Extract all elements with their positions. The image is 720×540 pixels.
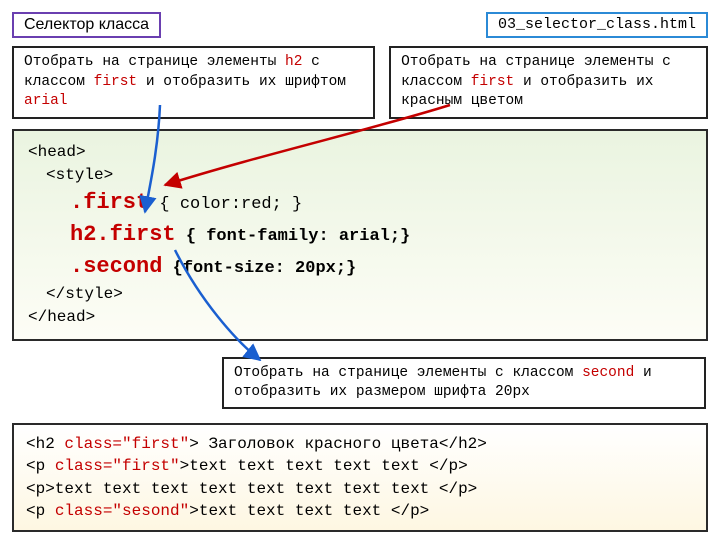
text: >text text text text text </p> xyxy=(180,457,468,475)
text-second: second xyxy=(582,365,634,381)
rule: {font-size: 20px;} xyxy=(162,259,356,278)
attr: class="sesond" xyxy=(55,502,189,520)
callouts-row: Отобрать на странице элементы h2 с класс… xyxy=(12,46,708,119)
code-line: .first { color:red; } xyxy=(28,187,692,219)
code-line: h2.first { font-family: arial;} xyxy=(28,219,692,251)
text: >text text text text </p> xyxy=(189,502,429,520)
rule: { font-family: arial;} xyxy=(176,227,411,246)
text-first: first xyxy=(471,74,515,90)
text-h2: h2 xyxy=(285,54,302,70)
code-line: <h2 class="first"> Заголовок красного цв… xyxy=(26,433,694,455)
code-line: <head> xyxy=(28,141,692,164)
text: Отобрать на странице элементы xyxy=(24,54,285,70)
code-line: .second {font-size: 20px;} xyxy=(28,251,692,283)
code-line: </style> xyxy=(28,283,692,306)
code-block-css: <head> <style> .first { color:red; } h2.… xyxy=(12,129,708,341)
code-line: <p class="first">text text text text tex… xyxy=(26,455,694,477)
code-line: <p class="sesond">text text text text </… xyxy=(26,500,694,522)
code-block-html: <h2 class="first"> Заголовок красного цв… xyxy=(12,423,708,533)
text-first: first xyxy=(94,74,138,90)
code-line: <style> xyxy=(28,164,692,187)
text: > Заголовок красного цвета</h2> xyxy=(189,435,487,453)
text-arial: arial xyxy=(24,93,68,109)
callout-second: Отобрать на странице элементы с классом … xyxy=(222,357,706,409)
callout-h2-first: Отобрать на странице элементы h2 с класс… xyxy=(12,46,375,119)
text: и отобразить их шрифтом xyxy=(137,74,346,90)
text: Отобрать на странице элементы с классом xyxy=(234,365,582,381)
attr: class="first" xyxy=(55,457,180,475)
text: <p xyxy=(26,502,55,520)
rule: { color:red; } xyxy=(149,195,302,214)
selector-second: .second xyxy=(70,254,162,279)
page-title: Селектор класса xyxy=(12,12,161,38)
text: <h2 xyxy=(26,435,64,453)
text: <p xyxy=(26,457,55,475)
selector-first: .first xyxy=(70,190,149,215)
code-line: </head> xyxy=(28,306,692,329)
filename-label: 03_selector_class.html xyxy=(486,12,708,38)
code-line: <p>text text text text text text text te… xyxy=(26,478,694,500)
header-row: Селектор класса 03_selector_class.html xyxy=(12,12,708,38)
callout-first: Отобрать на странице элементы с классом … xyxy=(389,46,708,119)
attr: class="first" xyxy=(64,435,189,453)
selector-h2-first: h2.first xyxy=(70,222,176,247)
